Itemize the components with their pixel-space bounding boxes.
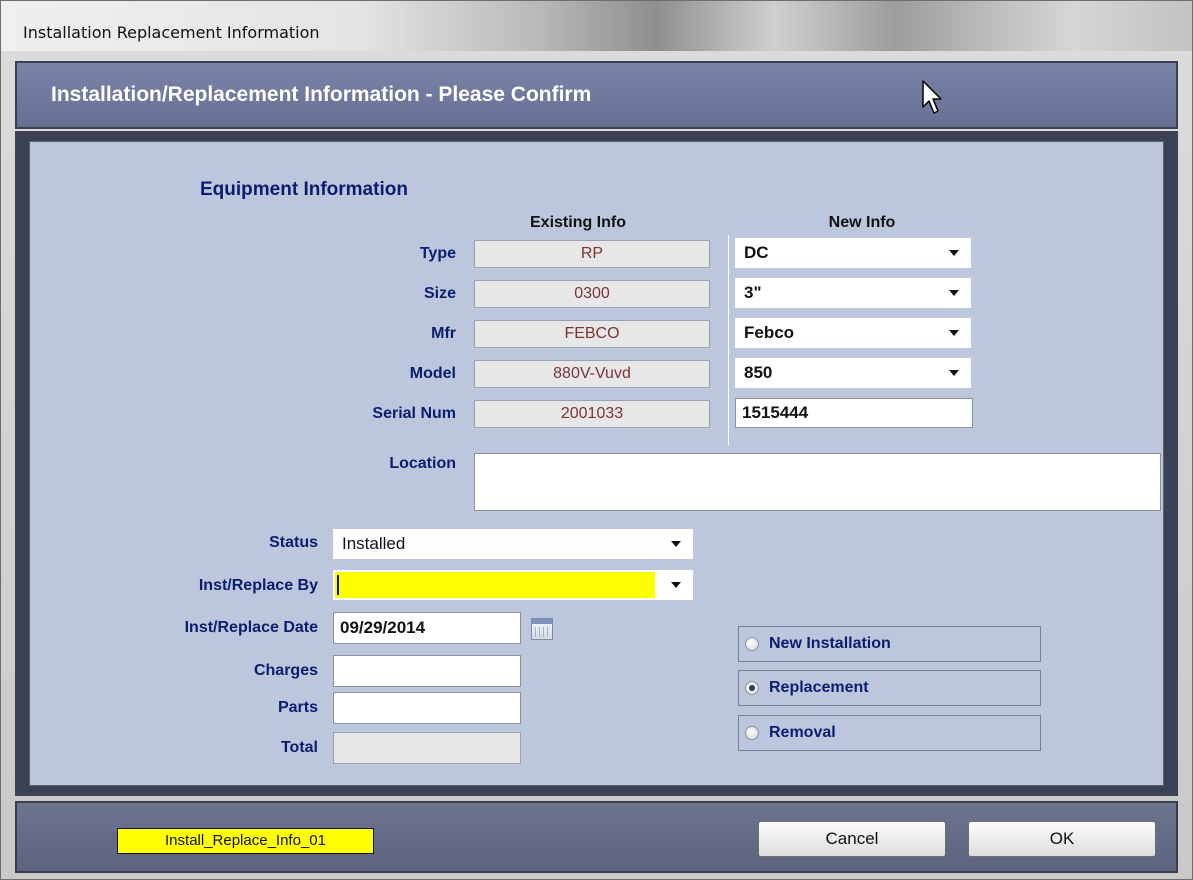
screen-id-tag: Install_Replace_Info_01 <box>117 828 374 854</box>
charges-input[interactable] <box>333 655 521 687</box>
dialog-footer: Install_Replace_Info_01 Cancel OK <box>15 801 1178 873</box>
new-mfr-dropdown[interactable]: Febco <box>735 318 971 348</box>
radio-selected-icon <box>745 681 759 695</box>
option-removal[interactable]: Removal <box>738 715 1041 751</box>
existing-serial-field: 2001033 <box>474 400 710 428</box>
chevron-down-icon <box>949 250 959 256</box>
window-title: Installation Replacement Information <box>23 23 320 42</box>
existing-type-field: RP <box>474 240 710 268</box>
chevron-down-icon <box>671 582 681 588</box>
highlight-fill <box>335 572 655 598</box>
radio-dot <box>749 685 755 691</box>
mfr-label: Mfr <box>431 325 456 342</box>
total-label: Total <box>280 739 318 756</box>
window-titlebar[interactable]: Installation Replacement Information <box>1 1 1192 51</box>
text-caret <box>337 575 339 595</box>
ok-button[interactable]: OK <box>968 821 1156 857</box>
inst-replace-date-label: Inst/Replace Date <box>184 619 318 636</box>
radio-unselected-icon <box>745 726 759 740</box>
dialog-header-title: Installation/Replacement Information - P… <box>51 83 592 106</box>
new-serial-input[interactable] <box>735 398 973 428</box>
mouse-cursor-icon <box>922 80 942 114</box>
calendar-icon-grid <box>535 627 549 637</box>
size-label: Size <box>423 285 456 302</box>
dialog-header: Installation/Replacement Information - P… <box>15 61 1178 129</box>
calendar-icon-header <box>532 619 552 624</box>
existing-info-header: Existing Info <box>530 214 626 231</box>
inst-replace-by-dropdown[interactable] <box>333 570 693 600</box>
location-label: Location <box>389 455 456 472</box>
status-dropdown[interactable]: Installed <box>333 529 693 559</box>
serial-num-label: Serial Num <box>372 405 456 422</box>
existing-mfr-field: FEBCO <box>474 320 710 348</box>
section-title: Equipment Information <box>200 179 408 200</box>
chevron-down-icon <box>671 541 681 547</box>
radio-unselected-icon <box>745 637 759 651</box>
content-frame: Equipment Information Existing Info New … <box>15 131 1178 796</box>
status-label: Status <box>269 534 318 551</box>
new-size-dropdown[interactable]: 3" <box>735 278 971 308</box>
cancel-button[interactable]: Cancel <box>758 821 946 857</box>
option-removal-label: Removal <box>769 724 836 741</box>
status-value: Installed <box>342 534 406 553</box>
new-model-value: 850 <box>744 363 773 382</box>
existing-size-field: 0300 <box>474 280 710 308</box>
model-label: Model <box>409 365 456 382</box>
total-field <box>333 732 521 764</box>
dialog-window: Installation Replacement Information Ins… <box>0 0 1193 880</box>
inst-replace-date-input[interactable] <box>333 612 521 644</box>
chevron-down-icon <box>949 290 959 296</box>
existing-model-field: 880V-Vuvd <box>474 360 710 388</box>
parts-input[interactable] <box>333 692 521 724</box>
new-model-dropdown[interactable]: 850 <box>735 358 971 388</box>
calendar-icon[interactable] <box>531 618 553 640</box>
option-new-installation[interactable]: New Installation <box>738 626 1041 662</box>
chevron-down-icon <box>949 330 959 336</box>
new-info-header: New Info <box>828 214 896 231</box>
charges-label: Charges <box>253 662 318 679</box>
option-replacement[interactable]: Replacement <box>738 670 1041 706</box>
new-mfr-value: Febco <box>744 323 795 342</box>
location-textarea[interactable] <box>474 453 1161 511</box>
option-new-installation-label: New Installation <box>769 635 891 652</box>
new-type-dropdown[interactable]: DC <box>735 238 971 268</box>
chevron-down-icon <box>949 370 959 376</box>
type-label: Type <box>419 245 456 262</box>
inst-replace-by-label: Inst/Replace By <box>198 577 318 594</box>
new-info-divider <box>728 235 729 445</box>
parts-label: Parts <box>277 699 318 716</box>
new-size-value: 3" <box>744 283 762 302</box>
content-panel: Equipment Information Existing Info New … <box>29 141 1164 786</box>
new-type-value: DC <box>744 243 769 262</box>
option-replacement-label: Replacement <box>769 679 869 696</box>
